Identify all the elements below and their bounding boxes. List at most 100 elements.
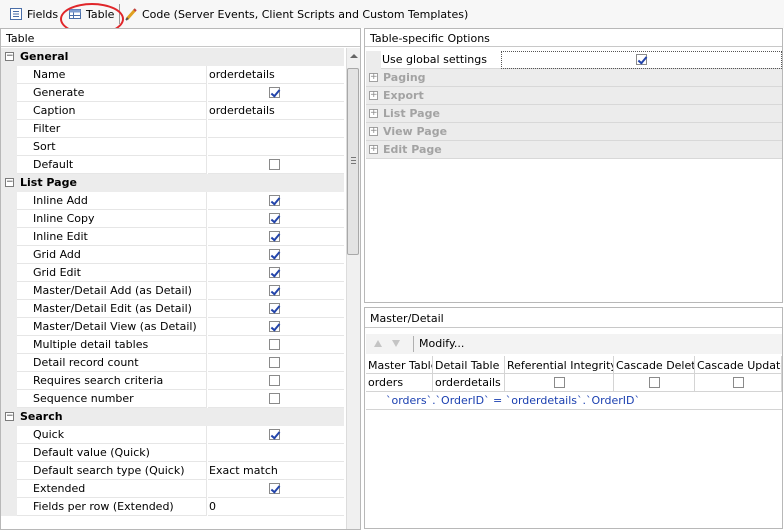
expand-icon[interactable]: + — [369, 91, 378, 100]
column-header[interactable]: Cascade Update — [695, 356, 782, 374]
property-checkbox[interactable] — [269, 249, 280, 260]
property-checkbox-cell[interactable] — [208, 318, 344, 336]
options-section-list-page[interactable]: + List Page — [366, 105, 782, 123]
property-checkbox[interactable] — [269, 483, 280, 494]
cascade-delete-checkbox[interactable] — [649, 377, 660, 388]
use-global-settings-checkbox[interactable] — [636, 54, 647, 65]
modify-button[interactable]: Modify... — [419, 337, 464, 350]
property-checkbox-cell[interactable] — [208, 426, 344, 444]
property-row[interactable]: Default value (Quick) — [1, 444, 344, 462]
table-checkbox-cell[interactable] — [505, 374, 614, 392]
property-checkbox-cell[interactable] — [208, 228, 344, 246]
property-row[interactable]: Name orderdetails — [1, 66, 344, 84]
property-checkbox[interactable] — [269, 267, 280, 278]
property-row[interactable]: Generate — [1, 84, 344, 102]
scrollbar-thumb[interactable] — [347, 68, 359, 255]
property-checkbox-cell[interactable] — [208, 354, 344, 372]
property-row[interactable]: Fields per row (Extended) 0 — [1, 498, 344, 516]
property-value[interactable]: orderdetails — [208, 102, 344, 120]
property-row[interactable]: Master/Detail Add (as Detail) — [1, 282, 344, 300]
property-row[interactable]: Sort — [1, 138, 344, 156]
property-checkbox-cell[interactable] — [208, 210, 344, 228]
collapse-icon[interactable]: − — [5, 412, 14, 421]
collapse-icon[interactable]: − — [5, 178, 14, 187]
property-row[interactable]: Quick — [1, 426, 344, 444]
column-header[interactable]: Referential Integrity — [505, 356, 614, 374]
table-cell[interactable]: orders — [366, 374, 433, 392]
property-checkbox[interactable] — [269, 285, 280, 296]
property-checkbox-cell[interactable] — [208, 246, 344, 264]
property-checkbox-cell[interactable] — [208, 390, 344, 408]
property-row[interactable]: Caption orderdetails — [1, 102, 344, 120]
property-checkbox[interactable] — [269, 87, 280, 98]
property-checkbox[interactable] — [269, 429, 280, 440]
expand-icon[interactable]: + — [369, 127, 378, 136]
property-checkbox[interactable] — [269, 213, 280, 224]
category-list-page[interactable]: − List Page — [1, 174, 344, 192]
move-up-icon[interactable] — [374, 340, 382, 347]
options-section-edit-page[interactable]: + Edit Page — [366, 141, 782, 159]
ref-integrity-checkbox[interactable] — [554, 377, 565, 388]
tab-code[interactable]: Code (Server Events, Client Scripts and … — [124, 5, 468, 23]
property-row[interactable]: Default search type (Quick) Exact match — [1, 462, 344, 480]
property-value[interactable] — [208, 120, 344, 138]
property-value[interactable] — [208, 138, 344, 156]
collapse-icon[interactable]: − — [5, 52, 14, 61]
property-row[interactable]: Extended — [1, 480, 344, 498]
property-row[interactable]: Master/Detail View (as Detail) — [1, 318, 344, 336]
property-value[interactable]: 0 — [208, 498, 344, 516]
property-checkbox-cell[interactable] — [208, 84, 344, 102]
tab-fields[interactable]: Fields — [9, 5, 58, 23]
property-row[interactable]: Inline Copy — [1, 210, 344, 228]
property-row[interactable]: Master/Detail Edit (as Detail) — [1, 300, 344, 318]
property-value[interactable] — [208, 444, 344, 462]
property-value[interactable]: orderdetails — [208, 66, 344, 84]
property-row[interactable]: Multiple detail tables — [1, 336, 344, 354]
property-row[interactable]: Inline Edit — [1, 228, 344, 246]
tab-table[interactable]: Table — [68, 5, 114, 23]
property-checkbox-cell[interactable] — [208, 372, 344, 390]
table-checkbox-cell[interactable] — [614, 374, 695, 392]
options-section-view-page[interactable]: + View Page — [366, 123, 782, 141]
property-checkbox[interactable] — [269, 393, 280, 404]
options-section-export[interactable]: + Export — [366, 87, 782, 105]
property-checkbox[interactable] — [269, 357, 280, 368]
property-row[interactable]: Requires search criteria — [1, 372, 344, 390]
expand-icon[interactable]: + — [369, 109, 378, 118]
property-row[interactable]: Default — [1, 156, 344, 174]
property-checkbox[interactable] — [269, 231, 280, 242]
table-checkbox-cell[interactable] — [695, 374, 782, 392]
expand-icon[interactable]: + — [369, 73, 378, 82]
column-header[interactable]: Cascade Delete — [614, 356, 695, 374]
property-value[interactable]: Exact match — [208, 462, 344, 480]
property-checkbox[interactable] — [269, 339, 280, 350]
property-row[interactable]: Sequence number — [1, 390, 344, 408]
property-checkbox-cell[interactable] — [208, 282, 344, 300]
cascade-update-checkbox[interactable] — [733, 377, 744, 388]
property-checkbox-cell[interactable] — [208, 480, 344, 498]
property-checkbox[interactable] — [269, 303, 280, 314]
property-row[interactable]: Grid Add — [1, 246, 344, 264]
property-checkbox[interactable] — [269, 375, 280, 386]
property-row[interactable]: Detail record count — [1, 354, 344, 372]
property-checkbox-cell[interactable] — [208, 264, 344, 282]
property-checkbox-cell[interactable] — [208, 300, 344, 318]
property-row[interactable]: Grid Edit — [1, 264, 344, 282]
table-cell[interactable]: orderdetails — [433, 374, 505, 392]
scroll-up-arrow-icon[interactable] — [350, 54, 358, 58]
column-header[interactable]: Master Table — [366, 356, 433, 374]
property-checkbox-cell[interactable] — [208, 156, 344, 174]
expand-icon[interactable]: + — [369, 145, 378, 154]
column-header[interactable]: Detail Table — [433, 356, 505, 374]
property-checkbox[interactable] — [269, 195, 280, 206]
property-checkbox[interactable] — [269, 159, 280, 170]
property-row[interactable]: Filter — [1, 120, 344, 138]
category-general[interactable]: − General — [1, 48, 344, 66]
property-row[interactable]: Inline Add — [1, 192, 344, 210]
property-checkbox-cell[interactable] — [208, 192, 344, 210]
property-checkbox-cell[interactable] — [208, 336, 344, 354]
options-section-paging[interactable]: + Paging — [366, 69, 782, 87]
property-checkbox[interactable] — [269, 321, 280, 332]
move-down-icon[interactable] — [392, 340, 400, 347]
category-search[interactable]: − Search — [1, 408, 344, 426]
